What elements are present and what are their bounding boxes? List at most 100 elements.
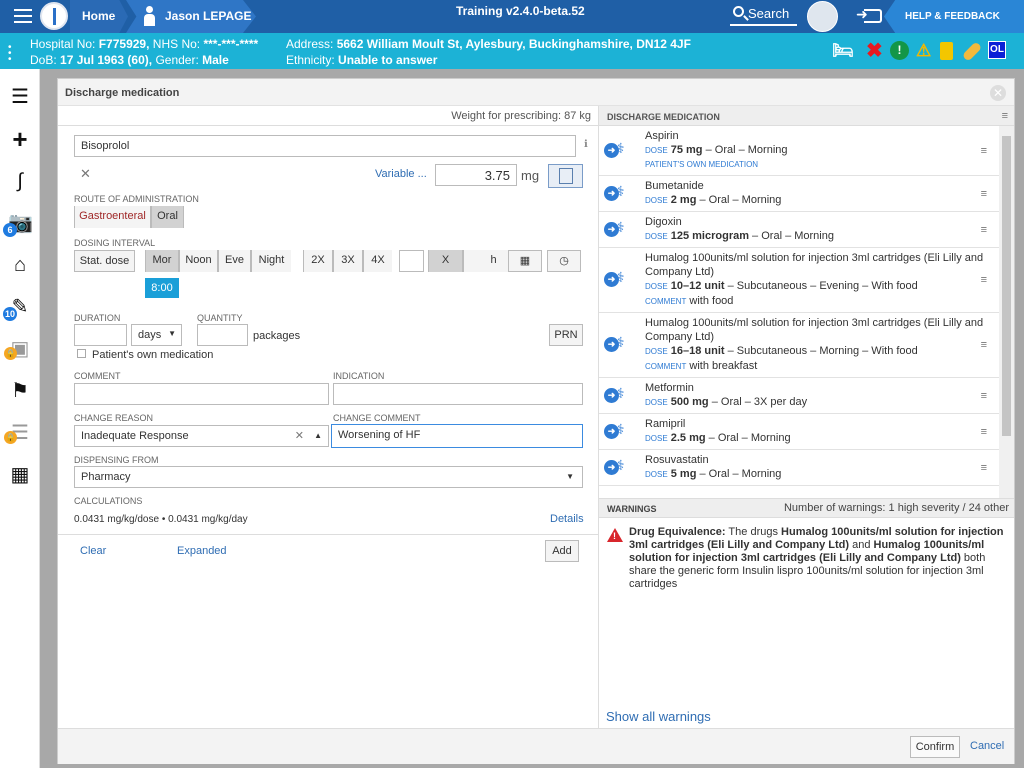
menu-icon[interactable]: [14, 9, 32, 23]
checklist-icon[interactable]: ☰ 🔒: [4, 421, 32, 445]
camera-icon[interactable]: 📷 6: [3, 211, 33, 237]
patient-ids: Hospital No: F775929, NHS No: ***-***-**…: [30, 36, 258, 68]
address: 5662 William Moult St, Aylesbury, Buckin…: [336, 37, 691, 51]
menu-icon[interactable]: ≡: [981, 187, 987, 201]
dispensing-select[interactable]: Pharmacy ▼: [74, 466, 583, 488]
scrollbar-thumb[interactable]: [1002, 136, 1011, 436]
clear-drug-icon[interactable]: ✕: [80, 166, 91, 182]
med-row[interactable]: ➜ ⚕ Digoxin DOSE 125 microgram – Oral – Mor…: [599, 212, 999, 248]
interval-x-button[interactable]: X: [429, 250, 463, 272]
home-icon[interactable]: ⌂: [8, 253, 32, 277]
comment-input[interactable]: [74, 383, 329, 405]
med-dose: DOSE 2.5 mg – Oral – Morning: [645, 431, 999, 446]
change-comment-input[interactable]: Worsening of HF: [331, 424, 583, 448]
notes-badge: 10: [3, 307, 17, 321]
med-row[interactable]: ➜ ⚕ Humalog 100units/ml solution for injec…: [599, 313, 999, 378]
dose-key: DOSE: [645, 282, 668, 291]
stat-dose-button[interactable]: Stat. dose: [74, 250, 135, 272]
discharge-icon[interactable]: ⚑: [8, 379, 32, 403]
menu-icon[interactable]: ≡: [981, 338, 987, 352]
menu-icon[interactable]: ≡: [981, 425, 987, 439]
med-row[interactable]: ➜ ⚕ Humalog 100units/ml solution for injec…: [599, 248, 999, 313]
show-all-warnings-link[interactable]: Show all warnings: [606, 709, 711, 724]
app-logo[interactable]: [40, 2, 68, 30]
warning-triangle-icon[interactable]: ⚠: [916, 41, 931, 61]
menu-icon[interactable]: ≡: [981, 144, 987, 158]
med-row[interactable]: ➜ ⚕ Rosuvastatin DOSE 5 mg – Oral – Morning…: [599, 450, 999, 486]
clear-link[interactable]: Clear: [80, 545, 106, 557]
bed-icon[interactable]: 🛏: [832, 41, 858, 61]
ol-badge[interactable]: OL: [988, 41, 1006, 59]
scrollbar[interactable]: [999, 126, 1014, 498]
variable-link[interactable]: Variable ...: [375, 168, 427, 180]
add-icon[interactable]: +: [8, 126, 32, 152]
menu-icon[interactable]: ≡: [981, 223, 987, 237]
avatar[interactable]: [807, 1, 838, 32]
notes-icon[interactable]: ✎ 10: [3, 295, 32, 321]
med-name: Humalog 100units/ml solution for injecti…: [645, 252, 984, 278]
time-morning[interactable]: Mor: [146, 250, 179, 272]
pill-icon[interactable]: [961, 41, 983, 62]
user-breadcrumb[interactable]: Jason LEPAGE: [126, 0, 256, 33]
more-icon[interactable]: • • •: [8, 43, 12, 65]
med-row[interactable]: ➜ ⚕ Metformin DOSE 500 mg – Oral – 3X per d…: [599, 378, 999, 414]
med-row[interactable]: ➜ ⚕ Aspirin DOSE 75 mg – Oral – Morning PATI…: [599, 126, 999, 176]
warning-part-1: The drugs: [725, 526, 782, 538]
prn-button[interactable]: PRN: [549, 324, 583, 346]
comment-key: COMMENT: [645, 362, 687, 371]
briefcase-icon[interactable]: ▣ 🔒: [4, 337, 32, 361]
menu-icon[interactable]: ≡: [981, 461, 987, 475]
route-oral[interactable]: Oral: [151, 206, 183, 228]
duration-input[interactable]: [74, 324, 127, 346]
time-night[interactable]: Night: [251, 250, 291, 272]
time-noon[interactable]: Noon: [179, 250, 218, 272]
dispense-icon: ➜ ⚕: [604, 422, 632, 442]
dose-value: 5 mg: [670, 468, 697, 480]
logout-icon[interactable]: [856, 6, 882, 23]
med-row[interactable]: ➜ ⚕ Bumetanide DOSE 2 mg – Oral – Morning ≡: [599, 176, 999, 212]
search-icon: [733, 6, 744, 17]
quantity-input[interactable]: [197, 324, 248, 346]
alert-circle-icon[interactable]: !: [890, 41, 909, 60]
red-x-icon[interactable]: ✖: [866, 41, 883, 61]
close-icon[interactable]: ✕: [990, 85, 1006, 101]
freq-4x[interactable]: 4X: [363, 250, 392, 272]
med-row[interactable]: ➜ ⚕ Ramipril DOSE 2.5 mg – Oral – Morning ≡: [599, 414, 999, 450]
menu-icon[interactable]: ≡: [981, 273, 987, 287]
calendar-button[interactable]: ▦: [508, 250, 542, 272]
camera-badge: 6: [3, 223, 17, 237]
comment-value: with breakfast: [689, 360, 758, 372]
schedule-button[interactable]: ◷: [547, 250, 581, 272]
dose-rest: – Oral – 3X per day: [708, 396, 808, 408]
menu-icon[interactable]: ≡: [981, 389, 987, 403]
menu-icon[interactable]: ≡: [1002, 110, 1008, 122]
info-icon[interactable]: ℹ: [584, 139, 588, 150]
expanded-link[interactable]: Expanded: [177, 545, 227, 557]
calculator-button[interactable]: [548, 164, 583, 188]
list-icon[interactable]: ☰: [8, 85, 32, 109]
freq-2x[interactable]: 2X: [304, 250, 333, 272]
calculations-label: CALCULATIONS: [74, 496, 143, 506]
add-button[interactable]: Add: [545, 540, 579, 562]
home-breadcrumb[interactable]: Home: [70, 0, 128, 33]
route-gastroenteral[interactable]: Gastroenteral: [75, 206, 151, 228]
change-reason-select[interactable]: Inadequate Response ✕ ▲: [74, 425, 329, 447]
dose-input[interactable]: 3.75: [435, 164, 517, 186]
cancel-link[interactable]: Cancel: [970, 740, 1004, 752]
pom-checkbox[interactable]: [77, 349, 86, 358]
stethoscope-icon[interactable]: ∫: [8, 169, 32, 193]
building-icon[interactable]: ▦: [8, 463, 32, 487]
dose-rest: – Oral – Morning: [702, 144, 788, 156]
confirm-button[interactable]: Confirm: [910, 736, 960, 758]
time-evening[interactable]: Eve: [218, 250, 251, 272]
details-link[interactable]: Details: [550, 513, 584, 525]
interval-input[interactable]: [399, 250, 424, 272]
duration-unit-select[interactable]: days ▼: [131, 324, 182, 346]
search-button[interactable]: Search: [730, 4, 797, 26]
drug-field[interactable]: Bisoprolol: [74, 135, 576, 157]
clear-icon[interactable]: ✕: [295, 429, 304, 442]
freq-3x[interactable]: 3X: [333, 250, 363, 272]
help-feedback-button[interactable]: HELP & FEEDBACK: [884, 0, 1024, 33]
indication-input[interactable]: [333, 383, 583, 405]
bag-icon[interactable]: [940, 42, 953, 60]
